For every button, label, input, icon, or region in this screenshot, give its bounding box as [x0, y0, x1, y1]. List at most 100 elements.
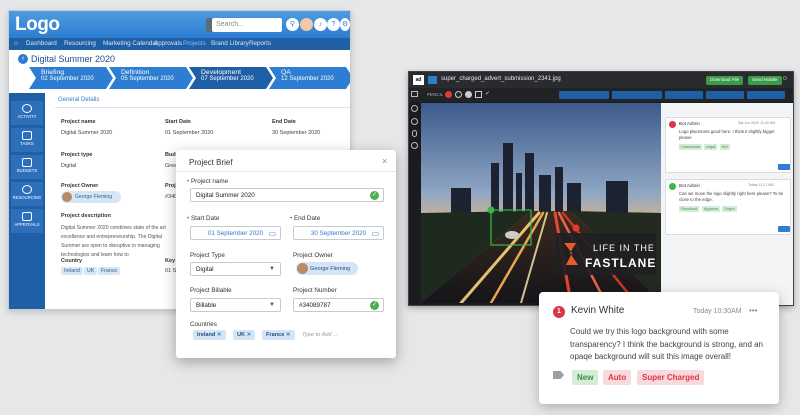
- overlay-line-2: FASTLANE: [585, 256, 656, 270]
- sidebar-item-tasks[interactable]: TASKS: [11, 128, 43, 152]
- comment-tag[interactable]: Bol: [720, 144, 730, 150]
- calendar-icon[interactable]: ▭: [268, 229, 276, 238]
- close-icon[interactable]: ×: [382, 156, 387, 166]
- comment-tag[interactable]: Unresolved: [679, 144, 703, 150]
- dropdown-e[interactable]: [747, 91, 785, 99]
- billable-select[interactable]: Billable ▼: [190, 298, 281, 312]
- tag-super-charged[interactable]: Super Charged: [637, 370, 705, 385]
- advert-image[interactable]: LIFE IN THE FASTLANE: [421, 103, 661, 303]
- modal-divider: [176, 171, 396, 172]
- comment-tag[interactable]: Legal: [704, 144, 718, 150]
- exit-icon[interactable]: ⏻: [783, 76, 787, 82]
- country-chip[interactable]: UK: [84, 267, 98, 275]
- nav-resourcing[interactable]: Resourcing: [64, 40, 96, 47]
- nav-approvals[interactable]: Approvals: [154, 40, 182, 47]
- search-icon[interactable]: ⚲: [286, 18, 299, 31]
- step-date: 05 September 2020: [121, 76, 174, 82]
- gear-icon[interactable]: ⚙: [340, 18, 350, 31]
- comment-tag[interactable]: Approve: [702, 206, 721, 212]
- description-text: Digital Summer 2020 combines state of th…: [61, 225, 166, 258]
- sidebar-item-approvals[interactable]: APPROVALS: [11, 209, 43, 233]
- more-options-icon[interactable]: •••: [749, 306, 757, 315]
- bell-icon[interactable]: ♪: [314, 18, 327, 31]
- pen-tool-icon[interactable]: ✓: [485, 90, 490, 97]
- start-date-input[interactable]: 01 September 2020 ▭: [190, 226, 281, 240]
- start-date-value: 01 September 2020: [165, 130, 214, 136]
- rect-tool-icon[interactable]: [475, 91, 482, 98]
- document-icon: [22, 212, 32, 221]
- back-arrow-icon[interactable]: ‹: [18, 54, 28, 64]
- comment-time: Sat Jun 2020 11:40 AM: [738, 121, 776, 125]
- dropdown-a[interactable]: [559, 91, 609, 99]
- user-avatar[interactable]: [300, 18, 313, 31]
- owner-chip[interactable]: George Fleming: [61, 191, 121, 203]
- app-logo[interactable]: Logo: [15, 14, 60, 36]
- circle-tool-icon[interactable]: [455, 91, 462, 98]
- dot-tool-icon[interactable]: [465, 91, 472, 98]
- end-date-label: End Date: [272, 119, 296, 125]
- attach-icon[interactable]: [412, 130, 417, 137]
- tasks-icon: [22, 131, 32, 140]
- step-name: Briefing: [41, 69, 65, 76]
- tag-new[interactable]: New: [572, 370, 599, 385]
- project-name-input[interactable]: Digital Summer 2020 ✓: [190, 188, 384, 202]
- comment-author: Kevin White: [571, 305, 625, 316]
- nav-brand-library[interactable]: Brand Library: [211, 40, 249, 47]
- country-chip[interactable]: Ireland ✕: [193, 330, 226, 340]
- send-button[interactable]: Send Mobile: [748, 76, 782, 85]
- sidebar-label: BUDGETS: [16, 168, 38, 173]
- sidebar-item-budgets[interactable]: BUDGETS: [11, 155, 43, 179]
- country-chip[interactable]: France: [98, 267, 121, 275]
- settings-icon[interactable]: [411, 142, 418, 149]
- avatar: [297, 263, 308, 274]
- history-icon[interactable]: [411, 118, 418, 125]
- project-type-select[interactable]: Digital ▼: [190, 262, 281, 276]
- end-date-input[interactable]: 30 September 2020 ▭: [293, 226, 384, 240]
- comment-card[interactable]: Bot Admin Today 11:17 AM Can we move the…: [665, 179, 791, 235]
- help-icon[interactable]: ?: [327, 18, 340, 31]
- country-chip[interactable]: UK ✕: [233, 330, 256, 340]
- project-number-input[interactable]: #34089787 ✓: [293, 298, 384, 312]
- dropdown-c[interactable]: [665, 91, 703, 99]
- nav-projects[interactable]: Projects: [183, 40, 206, 47]
- download-button[interactable]: Download File: [706, 76, 744, 85]
- annotation-toolbar: PENCIL ✓: [409, 88, 793, 102]
- sidebar-label: RESOURCING: [12, 195, 42, 200]
- step-name: QA: [281, 69, 291, 76]
- sidebar-item-activity[interactable]: ACTIVITY: [11, 101, 43, 125]
- step-definition[interactable]: Definition 05 September 2020: [109, 67, 193, 89]
- dropdown-d[interactable]: [706, 91, 744, 99]
- project-type-value: Digital: [61, 163, 77, 169]
- layout-icon[interactable]: [411, 91, 418, 97]
- calendar-icon[interactable]: ▭: [371, 229, 379, 238]
- comment-tag[interactable]: Graph: [722, 206, 737, 212]
- owner-chip[interactable]: George Fleming: [296, 262, 358, 275]
- country-chip[interactable]: Ireland: [61, 267, 83, 275]
- dropdown-b[interactable]: [612, 91, 662, 99]
- tab-general-details[interactable]: General Details: [55, 93, 103, 108]
- image-file-icon: [428, 76, 437, 84]
- end-date-value: 30 September 2020: [272, 130, 321, 136]
- tag-auto[interactable]: Auto: [603, 370, 632, 385]
- reply-button[interactable]: [778, 226, 790, 232]
- app-badge: ad: [413, 75, 424, 85]
- sidebar-item-resourcing[interactable]: RESOURCING: [11, 182, 43, 206]
- nav-dashboard[interactable]: Dashboard: [26, 40, 57, 47]
- step-date: 07 September 2020: [201, 76, 254, 82]
- record-icon[interactable]: [445, 91, 452, 98]
- reply-button[interactable]: [778, 164, 790, 170]
- countries-input[interactable]: Type to Add ...: [302, 332, 338, 338]
- step-qa[interactable]: QA 12 September 2020: [269, 67, 351, 89]
- search-input[interactable]: Search...: [212, 18, 282, 32]
- page-title: Digital Summer 2020: [31, 54, 116, 64]
- step-development[interactable]: Development 07 September 2020: [189, 67, 273, 89]
- nav-marketing-calendar[interactable]: Marketing Calendar: [103, 40, 158, 47]
- nav-reports[interactable]: Reports: [249, 40, 271, 47]
- comment-card[interactable]: Bot Admin Sat Jun 2020 11:40 AM Logo pla…: [665, 117, 791, 173]
- info-icon[interactable]: [411, 105, 418, 112]
- country-chip[interactable]: France ✕: [262, 330, 295, 340]
- home-icon[interactable]: ⌂: [14, 40, 18, 47]
- project-type-label: Project type: [61, 152, 93, 158]
- comment-tag[interactable]: Resolved: [679, 206, 699, 212]
- step-briefing[interactable]: Briefing 02 September 2020: [29, 67, 113, 89]
